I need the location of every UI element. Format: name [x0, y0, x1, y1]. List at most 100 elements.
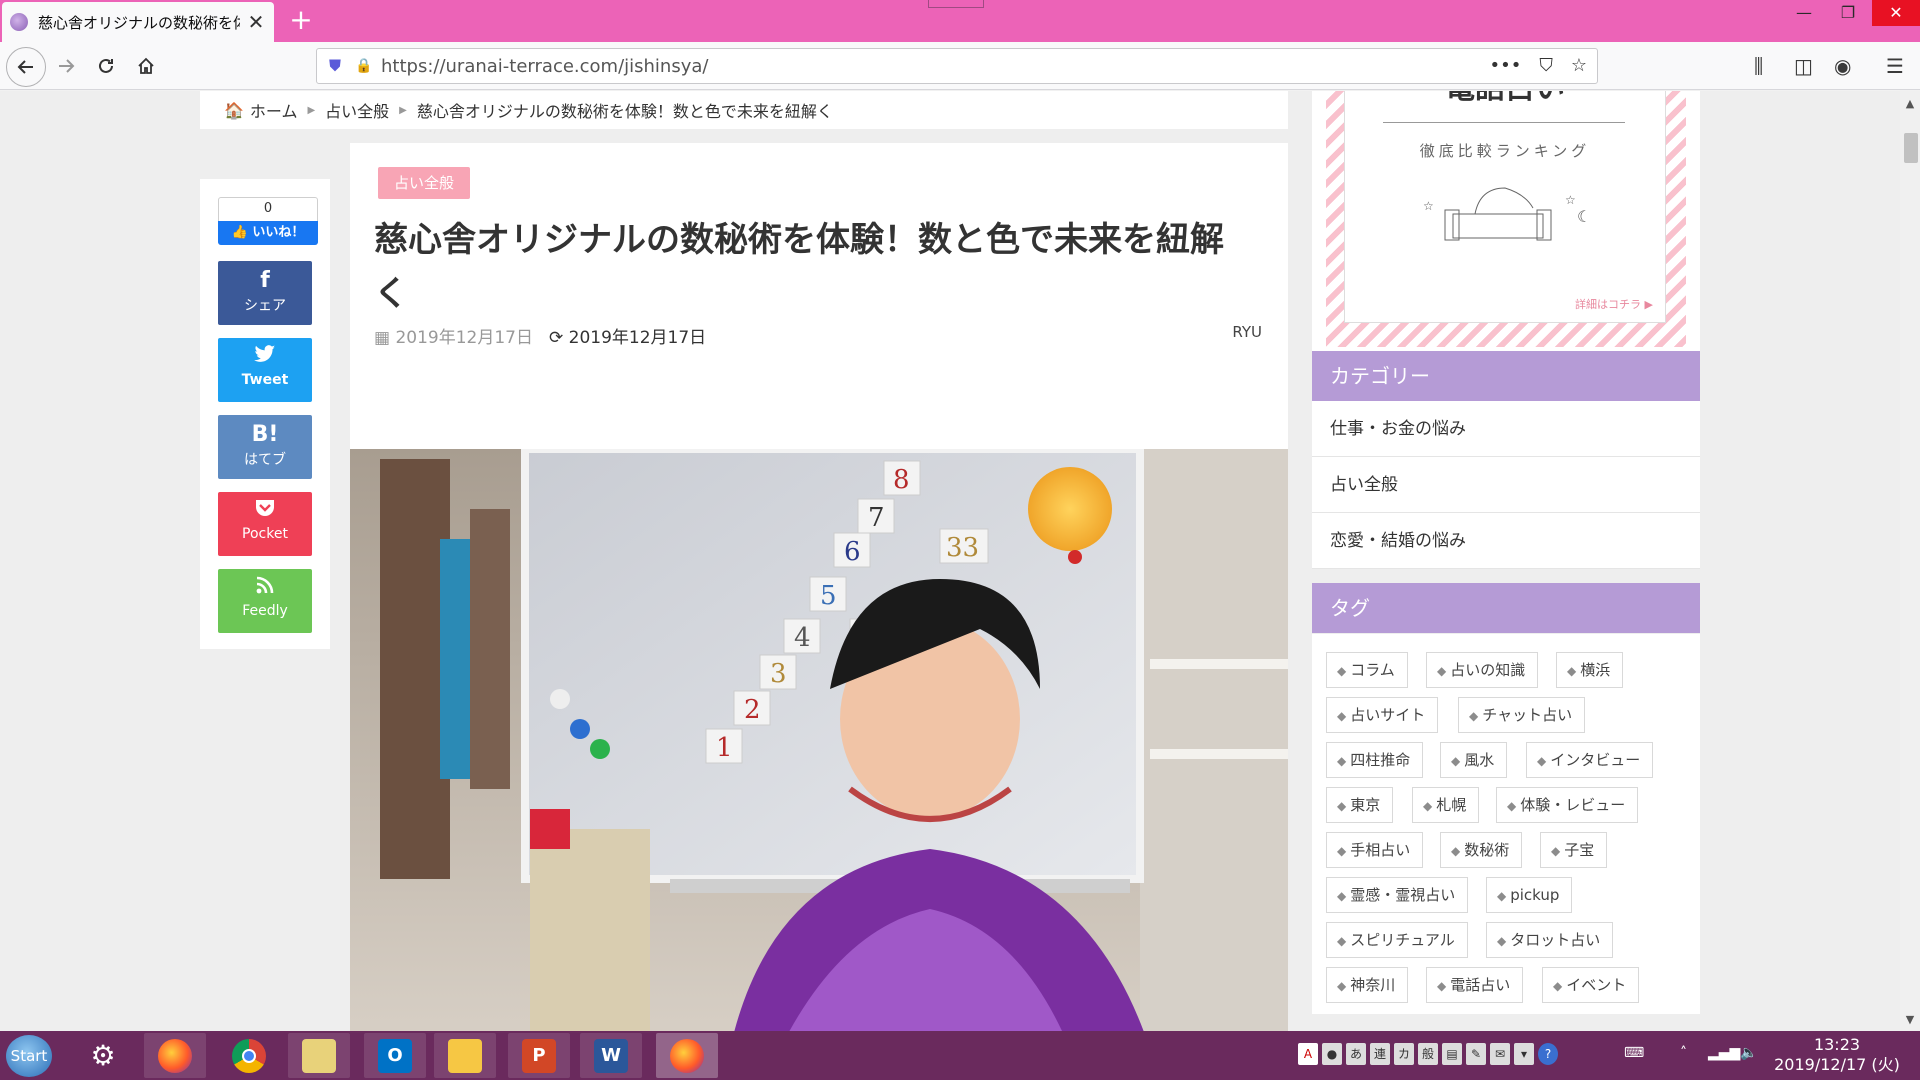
tag-link[interactable]: ◆ 占いサイト [1326, 697, 1439, 733]
ad-details-link[interactable]: 詳細はコチラ ▶ [1575, 296, 1653, 312]
ime-mail-icon[interactable]: ✉ [1490, 1043, 1510, 1065]
taskbar-chrome[interactable] [218, 1033, 280, 1078]
tag-link[interactable]: ◆ スピリチュアル [1326, 922, 1468, 958]
facebook-share-button[interactable]: f シェア [218, 261, 312, 325]
tag-link[interactable]: ◆ タロット占い [1486, 922, 1614, 958]
tag-link[interactable]: ◆ 手相占い [1326, 832, 1424, 868]
author-name[interactable]: RYU [1232, 323, 1262, 341]
tag-link[interactable]: ◆ インタビュー [1526, 742, 1654, 778]
breadcrumb-category-link[interactable]: 占い全般 [325, 98, 389, 122]
close-window-button[interactable]: ✕ [1872, 0, 1920, 26]
taskbar-powerpoint[interactable]: P [508, 1033, 570, 1078]
tag-link[interactable]: ◆ 数秘術 [1440, 832, 1523, 868]
account-icon[interactable]: ◉ [1834, 54, 1851, 78]
category-item[interactable]: 仕事・お金の悩み [1312, 401, 1700, 457]
taskbar-firefox[interactable] [144, 1033, 206, 1078]
help-icon[interactable]: ? [1538, 1043, 1558, 1065]
tracking-shield-icon[interactable]: ⛊ [325, 56, 345, 76]
board-number: 4 [794, 623, 811, 653]
hatena-icon: B! [251, 422, 279, 447]
taskbar-word[interactable]: W [580, 1033, 642, 1078]
taskbar-outlook[interactable]: O [364, 1033, 426, 1078]
tag-link[interactable]: ◆ 霊感・霊視占い [1326, 877, 1469, 913]
lock-icon[interactable]: 🔒 [355, 58, 372, 74]
tag-link[interactable]: ◆ 体験・レビュー [1496, 787, 1639, 823]
taskbar-firefox-active[interactable] [656, 1033, 718, 1078]
ime-tool-icon[interactable]: ▤ [1442, 1043, 1462, 1065]
tag-link[interactable]: ◆ 四柱推命 [1326, 742, 1424, 778]
taskbar-settings[interactable]: ⚙ [72, 1033, 134, 1078]
twitter-share-button[interactable]: Tweet [218, 338, 312, 402]
home-button[interactable] [128, 48, 164, 84]
tag-link[interactable]: ◆ pickup [1486, 877, 1573, 913]
sidebar-ad-banner[interactable]: 電話占い 徹底比較ランキング ☆ ☆ ☾ 詳細はコチラ ▶ [1312, 91, 1700, 377]
ime-settings-icon[interactable]: ▾ [1514, 1043, 1534, 1065]
tag-link[interactable]: ◆ 子宝 [1540, 832, 1608, 868]
acrobat-tray-icon[interactable]: A [1298, 1043, 1318, 1065]
back-button[interactable] [6, 47, 46, 87]
facebook-like-widget[interactable]: 0 👍 いいね！ [218, 197, 318, 245]
page-actions-icon[interactable]: ••• [1490, 55, 1522, 76]
new-tab-button[interactable]: + [286, 6, 316, 36]
address-bar[interactable]: ⛊ 🔒 https://uranai-terrace.com/jishinsya… [316, 48, 1598, 84]
firefox-icon [670, 1038, 704, 1073]
pocket-save-icon[interactable]: ⛉ [1539, 55, 1553, 76]
tag-link[interactable]: ◆ コラム [1326, 652, 1408, 688]
ad-divider [1383, 122, 1625, 123]
tag-link[interactable]: ◆ 神奈川 [1326, 967, 1409, 1003]
browser-tab-active[interactable]: 慈心舎オリジナルの数秘術を体験 ✕ [2, 2, 274, 42]
page-scrollbar[interactable]: ▲ ▼ [1900, 91, 1920, 1031]
feedly-button[interactable]: Feedly [218, 569, 312, 633]
window-drag-handle[interactable] [928, 0, 984, 8]
tag-link[interactable]: ◆ 東京 [1326, 787, 1394, 823]
library-icon[interactable]: ⫼ [1754, 54, 1763, 78]
tag-link[interactable]: ◆ 電話占い [1426, 967, 1524, 1003]
ime-dictionary[interactable]: 般 [1418, 1043, 1438, 1065]
taskbar-file-explorer[interactable] [434, 1033, 496, 1078]
category-badge[interactable]: 占い全般 [378, 167, 471, 199]
minimize-button[interactable]: — [1782, 0, 1826, 26]
browser-titlebar: 慈心舎オリジナルの数秘術を体験 ✕ + — ❐ ✕ [0, 0, 1920, 42]
tag-link[interactable]: ◆ 風水 [1440, 742, 1508, 778]
board-number: 2 [744, 695, 761, 725]
forward-button[interactable] [48, 48, 84, 84]
url-text[interactable]: https://uranai-terrace.com/jishinsya/ [381, 56, 708, 77]
volume-icon[interactable]: 🔈 [1740, 1045, 1757, 1061]
menu-icon[interactable]: ☰ [1886, 54, 1904, 78]
keyboard-icon[interactable]: ⌨ [1624, 1045, 1644, 1061]
forward-arrow-icon [59, 59, 75, 73]
tag-link[interactable]: ◆ 占いの知識 [1426, 652, 1539, 688]
ime-hiragana[interactable]: あ [1346, 1043, 1366, 1065]
hatena-bookmark-button[interactable]: B! はてブ [218, 415, 312, 479]
scroll-down-arrow-icon[interactable]: ▼ [1900, 1011, 1920, 1029]
tag-link[interactable]: ◆ チャット占い [1458, 697, 1586, 733]
firefox-icon [158, 1038, 192, 1073]
taskbar-explorer-pictures[interactable] [288, 1033, 350, 1078]
tag-icon: ◆ [1507, 799, 1517, 813]
category-list: 仕事・お金の悩み 占い全般 恋愛・結婚の悩み [1312, 401, 1700, 569]
tag-link[interactable]: ◆ イベント [1542, 967, 1640, 1003]
ime-conversion[interactable]: 連 [1370, 1043, 1390, 1065]
tag-link[interactable]: ◆ 札幌 [1412, 787, 1480, 823]
ime-mode-icon[interactable]: ● [1322, 1043, 1342, 1065]
scroll-thumb[interactable] [1904, 133, 1918, 163]
ime-pad-icon[interactable]: ✎ [1466, 1043, 1486, 1065]
scroll-up-arrow-icon[interactable]: ▲ [1900, 95, 1920, 113]
bookmark-star-icon[interactable]: ☆ [1571, 55, 1587, 76]
network-icon[interactable]: ▂▄▆ [1708, 1045, 1740, 1061]
sidebar-toggle-icon[interactable]: ◫ [1794, 54, 1813, 78]
ad-content: 電話占い 徹底比較ランキング ☆ ☆ ☾ 詳細はコチラ ▶ [1344, 91, 1666, 323]
tag-link[interactable]: ◆ 横浜 [1556, 652, 1624, 688]
tab-close-icon[interactable]: ✕ [246, 10, 266, 34]
system-clock[interactable]: 13:23 2019/12/17 (火) [1762, 1035, 1912, 1075]
category-item[interactable]: 占い全般 [1312, 457, 1700, 513]
show-hidden-icons[interactable]: ˄ [1680, 1045, 1687, 1061]
maximize-button[interactable]: ❐ [1826, 0, 1870, 26]
reload-button[interactable] [88, 48, 124, 84]
ime-katakana[interactable]: カ [1394, 1043, 1414, 1065]
breadcrumb-home-link[interactable]: ホーム [250, 98, 298, 122]
pocket-button[interactable]: Pocket [218, 492, 312, 556]
category-item[interactable]: 恋愛・結婚の悩み [1312, 513, 1700, 569]
start-button[interactable]: Start [6, 1035, 52, 1077]
like-button[interactable]: 👍 いいね！ [218, 221, 318, 245]
